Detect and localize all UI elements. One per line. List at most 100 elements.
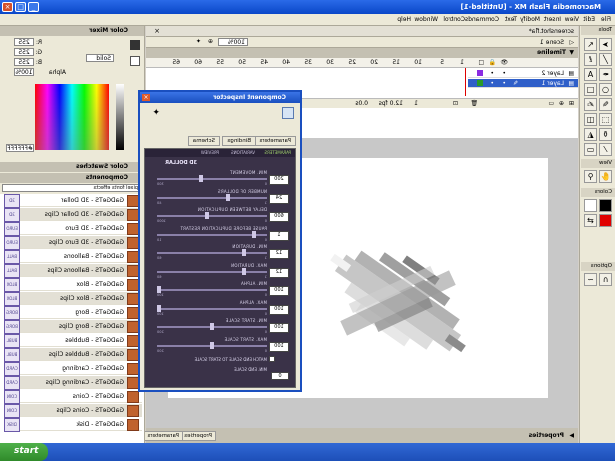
eraser-tool-icon[interactable]: ▭ — [584, 143, 597, 156]
list-item[interactable]: GaDGeTS - Cardinng CARD — [4, 362, 142, 376]
param-value-input[interactable]: 100 — [269, 341, 289, 352]
layer-color-swatch[interactable] — [477, 80, 483, 86]
document-tab[interactable]: screenshot.fla* — [529, 28, 574, 35]
param-slider-knob[interactable] — [199, 175, 204, 182]
menu-file[interactable]: File — [601, 16, 611, 23]
lasso-tool-icon[interactable]: ℓ — [584, 53, 597, 66]
close-button[interactable]: × — [2, 2, 13, 12]
list-item[interactable]: GaDGeTS - Disk DISK — [4, 418, 142, 432]
tab-bindings[interactable]: Bindings — [222, 136, 256, 146]
list-item[interactable]: GaDGeTS - Coins COIN — [4, 390, 142, 404]
inspector-help-icon[interactable]: ✦ — [152, 108, 160, 118]
center-frame-icon[interactable]: ⊡ — [453, 100, 458, 107]
fill-style-select[interactable]: Solid — [86, 54, 114, 62]
scene-back-icon[interactable]: ◁ — [569, 39, 574, 46]
smooth-option-icon[interactable]: ~ — [584, 273, 597, 286]
tab-parameters-inspector[interactable]: Parameters — [254, 136, 296, 146]
arrow-tool-icon[interactable]: ➤ — [599, 38, 612, 51]
red-input[interactable]: 255 — [14, 38, 34, 46]
param-slider[interactable] — [157, 215, 267, 217]
free-transform-tool-icon[interactable]: ⬚ — [599, 113, 612, 126]
layer-row-selected[interactable]: ▤ Layer 1 ✎ • • — [468, 79, 578, 88]
param-slider-knob[interactable] — [204, 212, 209, 219]
timeline-header[interactable]: ▼ Timeline — [146, 48, 578, 58]
list-item[interactable]: GaDGeTS - Blox BLOX — [4, 278, 142, 292]
param-slider-knob[interactable] — [241, 267, 246, 275]
param-slider[interactable] — [157, 196, 267, 199]
list-item[interactable]: GaDGeTS - Coins Clips COIN — [4, 404, 142, 418]
add-layer-icon[interactable]: ⊞ — [569, 100, 574, 107]
menu-modify[interactable]: Modify — [520, 16, 540, 23]
param-value-input[interactable]: 12 — [269, 267, 289, 278]
edit-symbols-icon[interactable]: ⊕ — [208, 38, 213, 45]
fill-transform-tool-icon[interactable]: ◫ — [584, 113, 597, 126]
rectangle-tool-icon[interactable]: □ — [584, 83, 597, 96]
zoom-tool-icon[interactable]: ⚲ — [584, 170, 597, 183]
list-item[interactable]: GaDGeTS - Borg Clips BORG — [4, 320, 142, 334]
menu-window[interactable]: Window — [414, 16, 438, 23]
pencil-tool-icon[interactable]: ✎ — [599, 98, 612, 111]
layer-lock-dot[interactable]: • — [490, 80, 494, 87]
list-item[interactable]: GaDGeTS - 3D Dollar 3D — [4, 194, 142, 208]
layer-color-swatch[interactable] — [477, 70, 483, 76]
param-value-input[interactable]: 100 — [269, 286, 289, 296]
subselect-tool-icon[interactable]: ↖ — [584, 38, 597, 51]
param-slider[interactable] — [157, 252, 267, 254]
list-item[interactable]: GaDGeTS - Balloons Clips BALL — [4, 264, 142, 278]
ink-bottle-tool-icon[interactable]: ⚱ — [599, 128, 612, 141]
line-tool-icon[interactable]: ╱ — [599, 53, 612, 66]
playhead[interactable] — [465, 68, 466, 96]
zoom-select[interactable]: 100% — [218, 38, 248, 46]
param-slider-knob[interactable] — [225, 193, 230, 201]
sub-tab-parameters[interactable]: PARAMETERS — [264, 150, 291, 155]
properties-expand-icon[interactable]: ▶ — [569, 432, 574, 439]
hand-tool-icon[interactable]: ✋ — [599, 170, 612, 183]
list-item[interactable]: GaDGeTS - Balloons BALL — [4, 250, 142, 264]
inspector-close-icon[interactable]: × — [142, 94, 150, 101]
delete-layer-icon[interactable]: 🗑 — [470, 100, 478, 107]
document-close-icon[interactable]: × — [154, 27, 160, 35]
add-folder-icon[interactable]: ▭ — [548, 100, 554, 107]
edit-scene-icon[interactable]: ✦ — [196, 38, 201, 45]
list-item[interactable]: GaDGeTS - Borg BORG — [4, 306, 142, 320]
param-value-input[interactable]: 24 — [269, 193, 289, 204]
green-input[interactable]: 255 — [14, 48, 34, 56]
menu-edit[interactable]: Edit — [583, 16, 595, 23]
minimize-button[interactable]: _ — [28, 2, 39, 12]
match-scale-checkbox[interactable] — [269, 356, 275, 362]
param-value-input[interactable]: 12 — [269, 249, 289, 259]
param-value-input[interactable]: 200 — [269, 175, 289, 185]
param-slider-knob[interactable] — [157, 304, 161, 312]
list-item[interactable]: GaDGeTS - 3D Dollar Clips 3D — [4, 208, 142, 222]
inspector-title-bar[interactable]: Component Inspector — [140, 92, 300, 103]
param-slider-knob[interactable] — [157, 286, 161, 293]
param-slider[interactable] — [157, 289, 267, 291]
color-spectrum[interactable] — [35, 84, 109, 150]
layer-visible-dot[interactable]: • — [502, 80, 506, 87]
list-item[interactable]: GaDGeTS - Bubbles BUBL — [4, 334, 142, 348]
param-slider[interactable] — [157, 307, 267, 310]
tab-parameters[interactable]: Parameters — [143, 431, 183, 441]
param-slider-knob[interactable] — [210, 341, 214, 349]
fill-swatch-icon[interactable] — [130, 56, 140, 66]
swap-colors-icon[interactable]: ⇄ — [584, 214, 597, 227]
param-slider-knob[interactable] — [241, 249, 246, 256]
tab-schema[interactable]: Schema — [187, 136, 220, 146]
menu-view[interactable]: View — [565, 16, 579, 23]
components-header[interactable]: Components — [0, 173, 144, 183]
param-value-input[interactable]: 600 — [269, 212, 289, 222]
param-value-input[interactable]: 1 — [269, 230, 289, 241]
hex-value[interactable]: #FFFFFF — [6, 144, 34, 152]
param-value-input[interactable]: 100 — [269, 323, 289, 333]
blue-input[interactable]: 255 — [14, 58, 34, 66]
eye-icon[interactable]: 👁 — [500, 59, 508, 66]
text-tool-icon[interactable]: A — [584, 68, 597, 81]
layer-row[interactable]: ▤ Layer 2 • • — [468, 69, 578, 78]
stroke-swatch-icon[interactable] — [130, 40, 140, 50]
menu-insert[interactable]: Insert — [544, 16, 561, 23]
brightness-ramp[interactable] — [116, 84, 124, 150]
list-item[interactable]: GaDGeTS - 3D Euro EURO — [4, 222, 142, 236]
param-value-input[interactable]: 100 — [269, 304, 289, 315]
menu-control[interactable]: Control — [443, 16, 465, 23]
param-slider[interactable] — [157, 270, 267, 273]
